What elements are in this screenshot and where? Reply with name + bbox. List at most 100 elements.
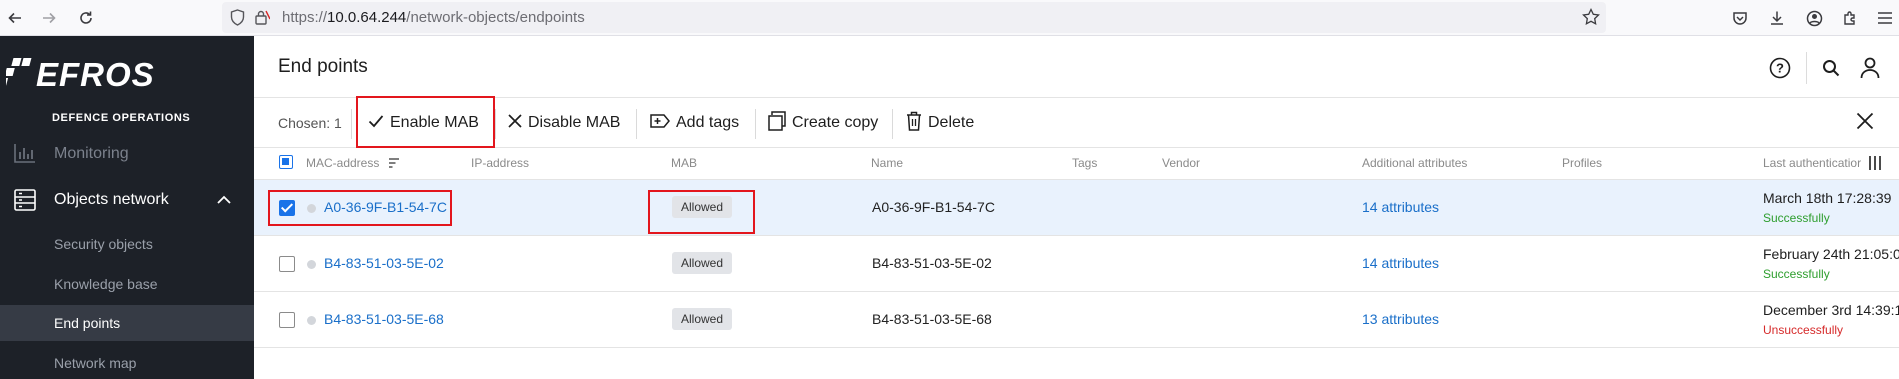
toolbar-divider	[636, 109, 637, 139]
extensions-icon[interactable]	[1836, 4, 1864, 32]
endpoint-name: B4-83-51-03-5E-68	[872, 311, 992, 327]
sidebar-item-network-map[interactable]: Network map	[0, 345, 254, 379]
svg-text:?: ?	[1776, 61, 1784, 76]
forward-arrow-icon[interactable]	[35, 4, 63, 32]
table-row[interactable]: A0-36-9F-B1-54-7C Allowed A0-36-9F-B1-54…	[254, 180, 1899, 236]
auth-status: Unsuccessfully	[1763, 323, 1844, 337]
delete-button[interactable]: Delete	[906, 108, 974, 138]
url-host: 10.0.64.244	[327, 9, 407, 26]
bar-chart-icon	[14, 143, 36, 168]
logo-brand-text: EFROS	[36, 56, 155, 93]
additional-attributes-link[interactable]: 13 attributes	[1362, 311, 1439, 327]
header-divider-line	[254, 97, 1899, 98]
mac-address-link[interactable]: B4-83-51-03-5E-02	[324, 255, 444, 271]
selection-count: Chosen: 1	[278, 115, 342, 131]
auth-status: Successfully	[1763, 211, 1830, 225]
column-header-tags[interactable]: Tags	[1072, 156, 1097, 170]
sidebar-item-security-objects[interactable]: Security objects	[0, 226, 254, 262]
status-dot	[307, 204, 316, 213]
url-text[interactable]: https://10.0.64.244/network-objects/endp…	[282, 9, 585, 26]
pocket-icon[interactable]	[1726, 4, 1754, 32]
row-checkbox[interactable]	[279, 312, 295, 328]
header-divider	[1806, 52, 1807, 84]
sort-icon[interactable]	[388, 157, 399, 171]
server-rack-icon	[14, 189, 36, 216]
back-arrow-icon[interactable]	[1, 4, 29, 32]
sidebar-item-objects-network[interactable]: Objects network	[0, 178, 254, 222]
row-checkbox[interactable]	[279, 256, 295, 272]
status-dot	[307, 316, 316, 325]
sidebar-item-label: End points	[54, 315, 121, 331]
mac-address-link[interactable]: A0-36-9F-B1-54-7C	[324, 199, 447, 215]
sidebar-item-label: Objects network	[54, 191, 169, 208]
close-toolbar-icon[interactable]	[1856, 112, 1874, 135]
sidebar: EFROS DEFENCE OPERATIONS Monitoring Obje…	[0, 36, 254, 379]
column-settings-icon[interactable]	[1868, 156, 1882, 175]
column-header-name[interactable]: Name	[871, 156, 903, 170]
browser-toolbar: https://10.0.64.244/network-objects/endp…	[0, 0, 1899, 36]
tag-plus-icon	[650, 113, 670, 133]
chevron-up-icon[interactable]	[216, 192, 232, 210]
delete-label: Delete	[928, 114, 975, 131]
column-header-last-authentication[interactable]: Last authenticatior	[1763, 156, 1861, 170]
user-profile-icon[interactable]	[1857, 55, 1883, 81]
column-header-profiles[interactable]: Profiles	[1562, 156, 1602, 170]
toolbar-divider	[351, 109, 352, 139]
sidebar-item-knowledge-base[interactable]: Knowledge base	[0, 266, 254, 302]
sidebar-item-label: Network map	[54, 355, 137, 371]
shield-icon[interactable]	[230, 9, 245, 31]
bookmark-star-icon[interactable]	[1582, 7, 1600, 31]
disable-mab-button[interactable]: Disable MAB	[508, 108, 620, 138]
last-auth-date: December 3rd 14:39:1	[1763, 302, 1899, 318]
efros-logo-mark: EFROS	[0, 56, 155, 93]
sidebar-item-label: Knowledge base	[54, 276, 158, 292]
mab-status-badge: Allowed	[672, 308, 733, 330]
reload-icon[interactable]	[72, 4, 100, 32]
select-all-checkbox[interactable]	[279, 155, 293, 169]
mac-address-link[interactable]: B4-83-51-03-5E-68	[324, 311, 444, 327]
sidebar-item-label: Security objects	[54, 236, 153, 252]
table-row[interactable]: B4-83-51-03-5E-02 Allowed B4-83-51-03-5E…	[254, 236, 1899, 292]
add-tags-label: Add tags	[676, 114, 740, 131]
logo-subtitle: DEFENCE OPERATIONS	[52, 112, 191, 124]
additional-attributes-link[interactable]: 14 attributes	[1362, 255, 1439, 271]
enable-mab-label: Enable MAB	[390, 114, 479, 131]
url-path: /network-objects/endpoints	[406, 9, 585, 26]
check-icon	[368, 114, 384, 133]
toolbar-divider	[892, 109, 893, 139]
mab-status-badge: Allowed	[672, 196, 733, 218]
create-copy-button[interactable]: Create copy	[768, 108, 878, 138]
status-dot	[307, 260, 316, 269]
row-checkbox[interactable]	[279, 200, 295, 216]
search-icon[interactable]	[1818, 55, 1844, 81]
url-bar[interactable]: https://10.0.64.244/network-objects/endp…	[222, 2, 1606, 33]
column-header-mac[interactable]: MAC-address	[306, 156, 399, 171]
download-icon[interactable]	[1763, 4, 1791, 32]
account-icon[interactable]	[1800, 4, 1828, 32]
table-row[interactable]: B4-83-51-03-5E-68 Allowed B4-83-51-03-5E…	[254, 292, 1899, 348]
endpoint-name: B4-83-51-03-5E-02	[872, 255, 992, 271]
endpoint-name: A0-36-9F-B1-54-7C	[872, 199, 995, 215]
efros-logo[interactable]: EFROS DEFENCE OPERATIONS	[0, 56, 190, 124]
add-tags-button[interactable]: Add tags	[650, 108, 739, 138]
auth-status: Successfully	[1763, 267, 1830, 281]
sidebar-item-monitoring[interactable]: Monitoring	[0, 134, 254, 174]
column-header-additional-attributes[interactable]: Additional attributes	[1362, 156, 1467, 170]
trash-icon	[906, 111, 922, 136]
disable-mab-label: Disable MAB	[528, 114, 621, 131]
column-header-ip[interactable]: IP-address	[471, 156, 529, 170]
url-scheme: https://	[282, 9, 328, 26]
lock-warning-icon[interactable]	[254, 9, 271, 31]
column-header-mab[interactable]: MAB	[671, 156, 697, 170]
enable-mab-button[interactable]: Enable MAB	[368, 108, 479, 138]
column-header-vendor[interactable]: Vendor	[1162, 156, 1200, 170]
help-icon[interactable]: ?	[1767, 55, 1793, 81]
mab-status-badge: Allowed	[672, 252, 733, 274]
menu-hamburger-icon[interactable]	[1871, 4, 1899, 32]
last-auth-date: February 24th 21:05:04	[1763, 246, 1899, 262]
sidebar-item-end-points[interactable]: End points	[0, 305, 254, 341]
create-copy-label: Create copy	[792, 114, 879, 131]
sidebar-item-label: Monitoring	[54, 145, 129, 162]
toolbar-divider	[495, 109, 496, 139]
additional-attributes-link[interactable]: 14 attributes	[1362, 199, 1439, 215]
